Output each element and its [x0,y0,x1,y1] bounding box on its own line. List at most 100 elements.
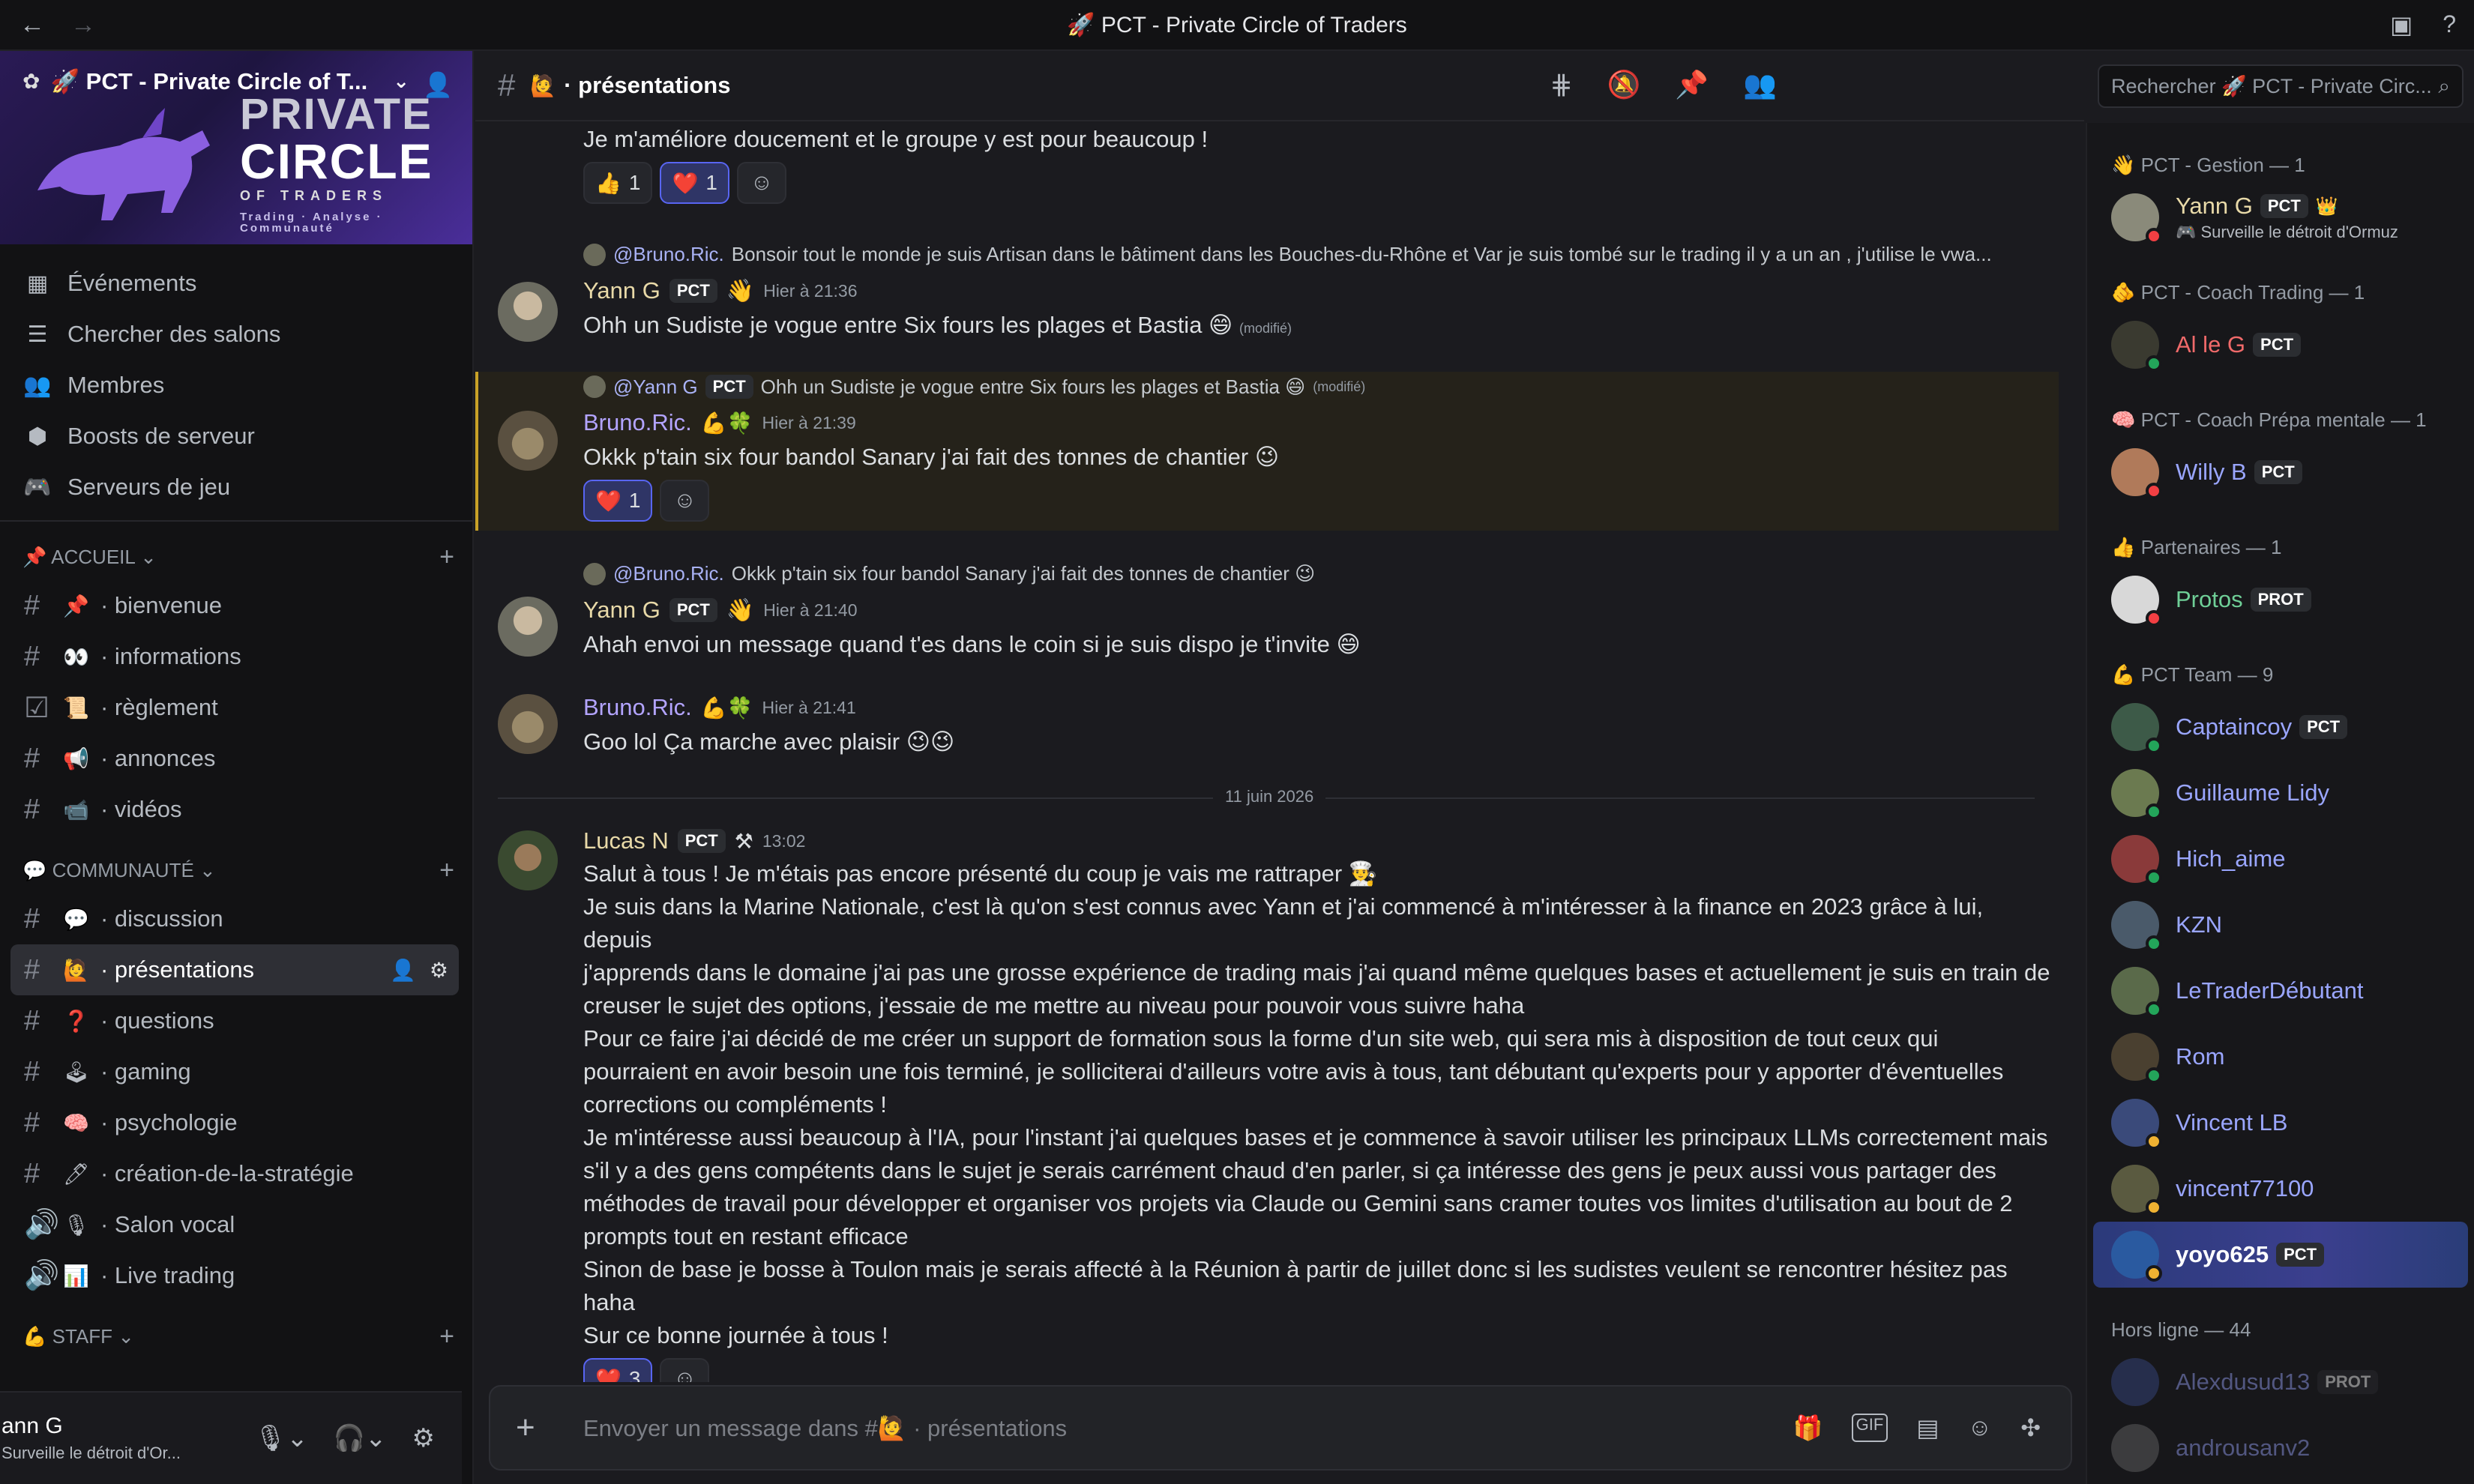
pin-icon[interactable]: 📌 [1675,69,1709,100]
message-author[interactable]: Yann G [583,277,660,304]
menu-boosts[interactable]: ⬢ Boosts de serveur [0,411,472,462]
help-icon[interactable]: ? [2443,10,2456,39]
add-reaction-icon[interactable]: ☺ [736,162,786,204]
server-menu: ▦ Événements ☰ Chercher des salons 👥 Membre… [0,244,472,522]
emoji-icon[interactable]: ☺ [1968,1414,1993,1442]
reaction-heart[interactable]: ❤️ 1 [660,162,729,204]
attach-plus-icon[interactable]: + [516,1409,561,1447]
member-item[interactable]: Rom [2087,1024,2474,1090]
member-item[interactable]: KZN [2087,892,2474,958]
reply-preview[interactable]: @Bruno.Ric. Bonsoir tout le monde je sui… [583,243,1992,266]
member-item[interactable]: Protos PROT [2087,567,2474,633]
channel-category[interactable]: 💪 STAFF ⌄ + [0,1313,472,1360]
message-composer[interactable]: + Envoyer un message dans #🙋 · présentat… [489,1385,2072,1471]
channel-item[interactable]: # 👀 · informations [10,631,459,682]
channel-item[interactable]: ☑ 📜 · règlement [10,682,459,733]
message: Bruno.Ric. 💪🍀 Hier à 21:41 Goo lol Ça ma… [583,694,954,758]
member-item[interactable]: Alexdusud13 PROT [2087,1349,2474,1415]
message-author[interactable]: Bruno.Ric. [583,694,692,721]
reply-preview[interactable]: @Bruno.Ric. Okkk p'tain six four bandol … [583,562,1315,585]
forward-arrow-icon[interactable]: → [70,10,96,40]
sticker-icon[interactable]: ▤ [1916,1414,1939,1442]
reaction-heart[interactable]: ❤️ 3 [583,1358,653,1382]
voice-channel-icon: 🔊 [24,1260,60,1291]
tools-badge-icon: ⚒ [734,829,753,853]
invite-icon[interactable]: 👤 [390,958,416,983]
channel-title: · présentations [564,72,731,98]
member-item[interactable]: Captaincoy PCT [2087,694,2474,760]
headphones-icon[interactable]: 🎧⌄ [334,1423,387,1453]
channel-name: · vidéos [100,796,182,822]
member-item[interactable]: Hich_aime [2087,826,2474,892]
channel-item[interactable]: # ❓ · questions [10,995,459,1046]
member-group-header: 🧠 PCT - Coach Prépa mentale — 1 [2111,408,2427,431]
avatar[interactable] [498,694,558,754]
reply-preview[interactable]: @Yann G PCT Ohh un Sudiste je vogue entr… [583,375,1365,399]
gift-icon[interactable]: 🎁 [1793,1414,1823,1442]
member-item[interactable]: Yann G PCT 👑 🎮 Surveille le détroit d'Ormuz [2087,184,2474,250]
avatar[interactable] [498,411,558,471]
reaction-thumbs-up[interactable]: 👍 1 [583,162,653,204]
channel-category[interactable]: 📌 ACCUEIL ⌄ + [0,534,472,580]
menu-events[interactable]: ▦ Événements [0,258,472,309]
member-item[interactable]: Willy B PCT [2087,439,2474,505]
channel-item[interactable]: 🔊 🎙 · Salon vocal [10,1199,459,1250]
channel-item[interactable]: # 📌 · bienvenue [10,580,459,631]
message-list: Je m'améliore doucement et le groupe y e… [475,123,2084,1382]
member-item[interactable]: vincent77100 [2087,1156,2474,1222]
channel-item[interactable]: # 📢 · annonces [10,733,459,784]
menu-game-servers[interactable]: 🎮 Serveurs de jeu [0,462,472,513]
brand-line-4: Trading · Analyse · Communauté [240,211,383,235]
search-icon: ⌕ [2438,73,2450,97]
channel-name: · création-de-la-stratégie [100,1160,354,1186]
channel-item[interactable]: 🔊 📊 · Live trading [10,1250,459,1301]
channel-name: · règlement [100,694,218,720]
search-input[interactable]: Rechercher 🚀 PCT - Private Circ... ⌕ [2098,64,2464,108]
member-item[interactable]: Al le G PCT [2087,312,2474,378]
microphone-icon[interactable]: 🎙⌄ [254,1423,308,1453]
server-banner[interactable]: ✿ 🚀 PCT - Private Circle of T... ⌄ 👤 PRI… [0,51,472,244]
create-channel-icon[interactable]: + [439,1322,454,1351]
notification-mute-icon[interactable]: 🔕 [1607,69,1641,100]
member-list-icon[interactable]: 👥 [1743,69,1777,100]
message-author[interactable]: Bruno.Ric. [583,409,692,436]
add-reaction-icon[interactable]: ☺ [660,1358,710,1382]
avatar[interactable] [498,830,558,890]
channel-item[interactable]: # 📹 · vidéos [10,784,459,835]
menu-browse-channels[interactable]: ☰ Chercher des salons [0,309,472,360]
threads-icon[interactable]: ⋕ [1550,69,1572,100]
menu-members[interactable]: 👥 Membres [0,360,472,411]
member-item[interactable]: Vincent LB [2087,1090,2474,1156]
message-line: pourraient en avoir besoin une fois term… [583,1058,2004,1085]
member-item[interactable]: LeTraderDébutant [2087,958,2474,1024]
message-author[interactable]: Lucas N [583,827,669,854]
channel-emoji: 🕹 [63,1060,90,1084]
create-channel-icon[interactable]: + [439,856,454,885]
back-arrow-icon[interactable]: ← [19,10,45,40]
channel-item[interactable]: # 🕹 · gaming [10,1046,459,1097]
avatar[interactable] [498,597,558,657]
reaction-heart[interactable]: ❤️ 1 [583,480,653,522]
inbox-icon[interactable]: ▣ [2390,10,2413,39]
channel-item[interactable]: # 🙋 · présentations 👤 ⚙ [10,944,459,995]
create-channel-icon[interactable]: + [439,543,454,572]
channel-settings-icon[interactable]: ⚙ [430,958,448,983]
channel-item[interactable]: # 💬 · discussion [10,893,459,944]
channel-item[interactable]: # 🧠 · psychologie [10,1097,459,1148]
member-item[interactable]: Guillaume Lidy [2087,760,2474,826]
status-dot-icon [2146,1133,2162,1150]
user-settings-icon[interactable]: ⚙ [412,1423,435,1453]
channel-item[interactable]: # 🖊 · création-de-la-stratégie [10,1148,459,1199]
role-tag: PCT [2276,1243,2325,1267]
add-reaction-icon[interactable]: ☺ [660,480,710,522]
member-group-header: 👋 PCT - Gestion — 1 [2111,153,2305,176]
avatar[interactable] [498,282,558,342]
gif-icon[interactable]: GIF [1851,1414,1888,1442]
member-item[interactable]: androusanv2 [2087,1415,2474,1481]
message-input[interactable]: Envoyer un message dans #🙋 · présentatio… [583,1414,1067,1442]
user-info[interactable]: ann G Surveille le détroit d'Or... [1,1414,181,1463]
message-author[interactable]: Yann G [583,597,660,624]
member-item[interactable]: yoyo625 PCT [2093,1222,2468,1288]
apps-icon[interactable]: ✣ [2020,1414,2041,1442]
channel-category[interactable]: 💬 COMMUNAUTÉ ⌄ + [0,847,472,893]
